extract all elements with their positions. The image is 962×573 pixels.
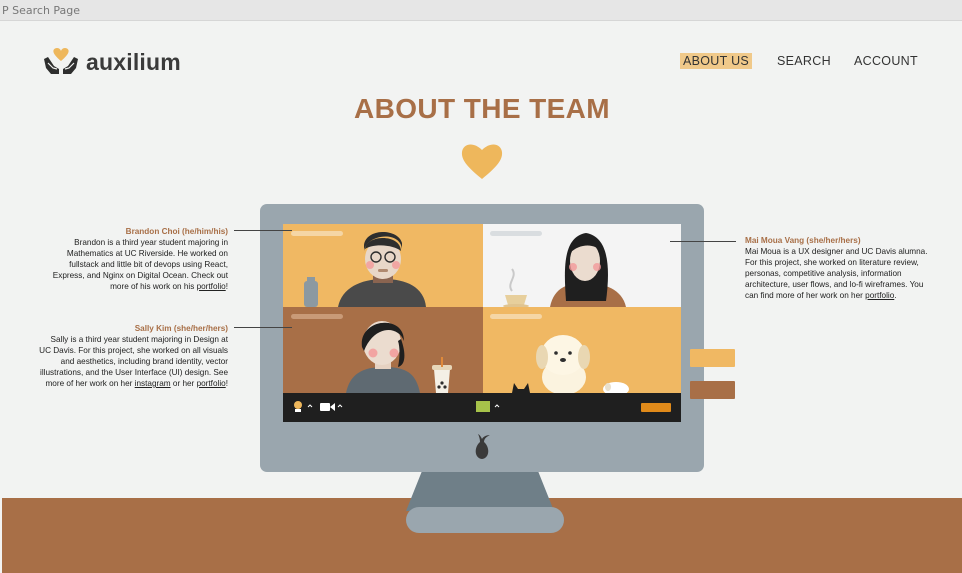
browser-tab-title[interactable]: P Search Page: [2, 4, 80, 17]
brandon-description: Brandon Choi (he/him/his) Brandon is a t…: [38, 226, 228, 292]
sally-name: Sally Kim (she/her/hers): [134, 324, 228, 333]
sally-description: Sally Kim (she/her/hers) Sally is a thir…: [38, 323, 228, 389]
mai-description: Mai Moua Vang (she/her/hers) Mai Moua is…: [745, 235, 930, 301]
mai-bio: Mai Moua is a UX designer and UC Davis a…: [745, 247, 928, 300]
sally-instagram-link[interactable]: instagram: [135, 379, 171, 388]
brandon-portfolio-link[interactable]: portfolio: [197, 282, 226, 291]
mai-name: Mai Moua Vang (she/her/hers): [745, 236, 861, 245]
browser-tab-bar: P Search Page: [0, 0, 962, 21]
brandon-bio-end: !: [225, 282, 228, 291]
sally-portfolio-link[interactable]: portfolio: [197, 379, 226, 388]
sally-bio-end: !: [225, 379, 228, 388]
about-page: auxilium ABOUT US SEARCH ACCOUNT ABOUT T…: [2, 21, 962, 573]
brandon-name: Brandon Choi (he/him/his): [125, 227, 228, 236]
mai-bio-end: .: [894, 291, 897, 300]
sally-bio-mid: or her: [170, 379, 197, 388]
mai-portfolio-link[interactable]: portfolio: [865, 291, 894, 300]
